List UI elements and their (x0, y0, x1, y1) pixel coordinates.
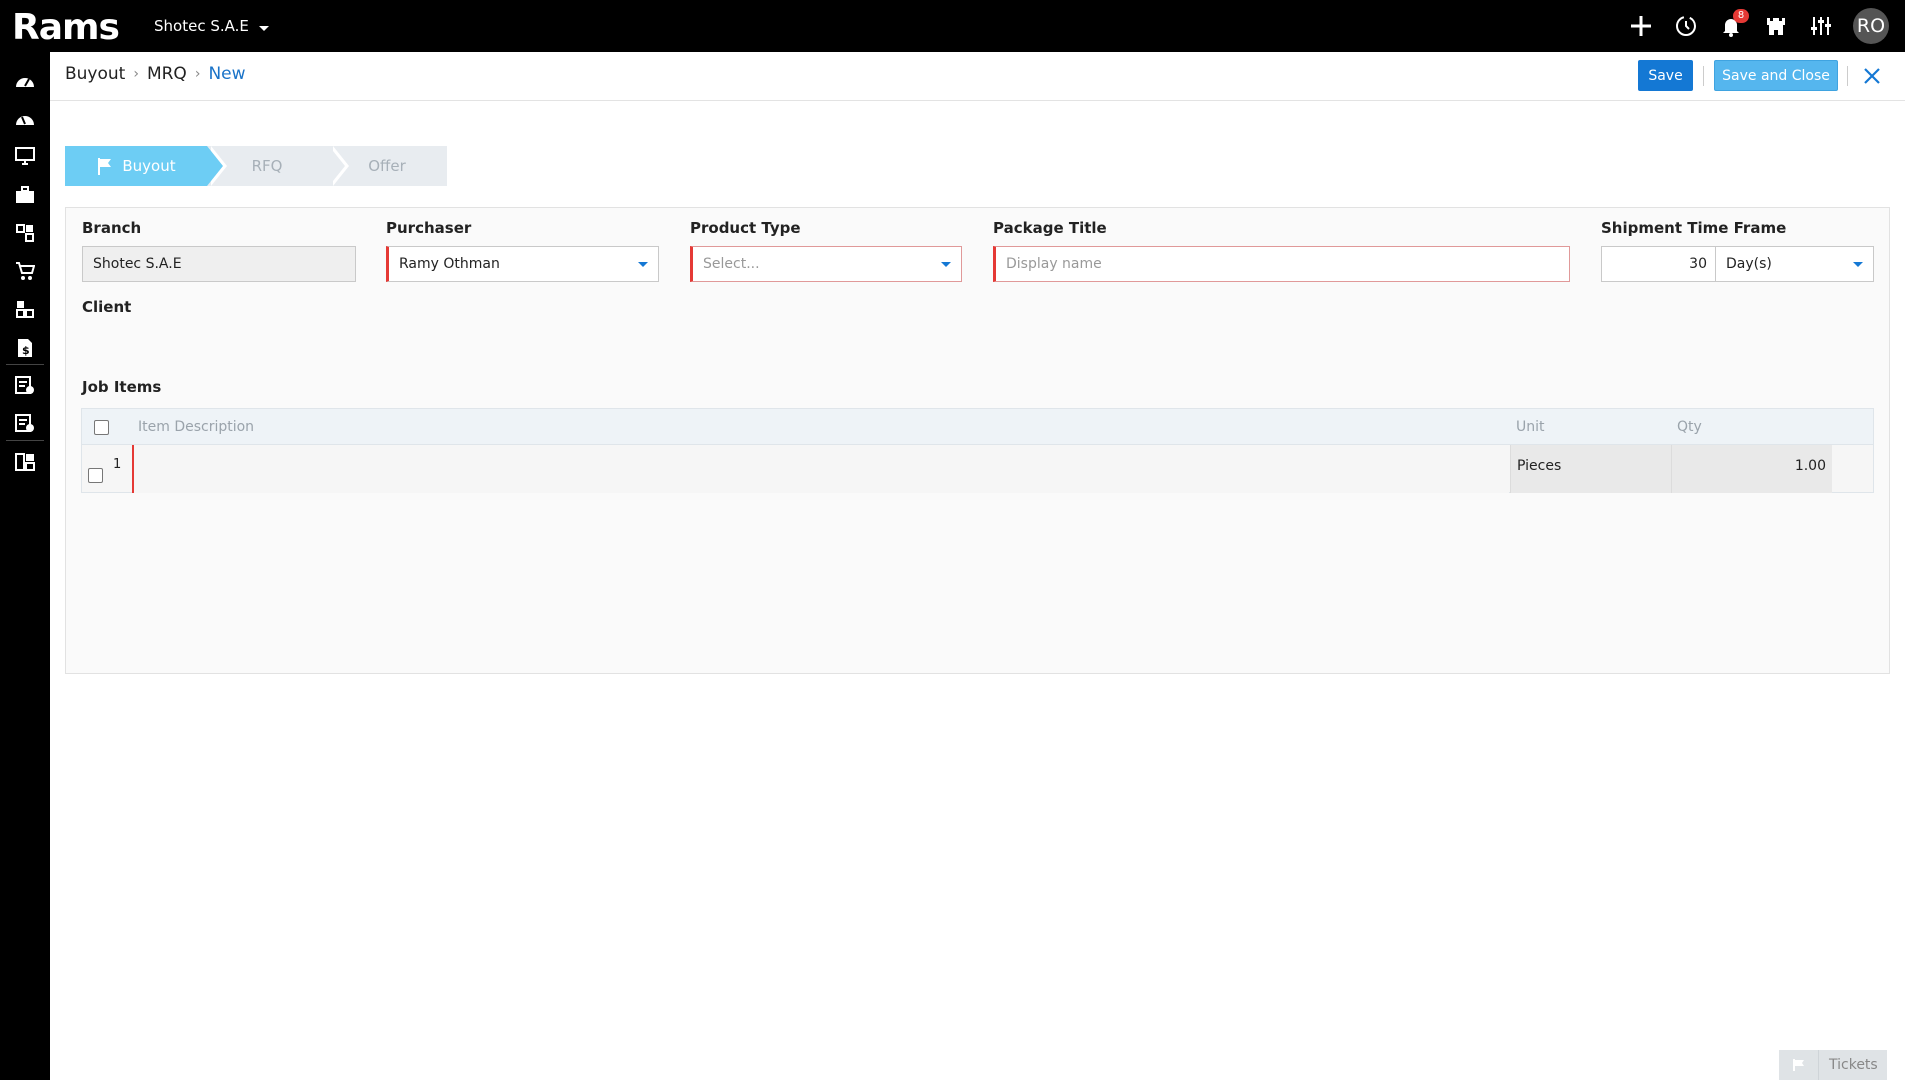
product-type-select[interactable]: Select... (690, 246, 962, 282)
package-title-placeholder: Display name (1006, 256, 1102, 272)
company-name: Shotec S.A.E (154, 17, 249, 35)
sliders-icon[interactable] (1807, 12, 1835, 40)
svg-text:$: $ (22, 344, 30, 357)
table-header: Item Description Unit Qty (81, 408, 1874, 445)
monitor-icon[interactable] (12, 144, 38, 168)
modules-icon[interactable] (12, 221, 38, 245)
save-button[interactable]: Save (1638, 60, 1693, 91)
branch-field: Shotec S.A.E (82, 246, 356, 282)
column-header-unit: Unit (1516, 419, 1545, 435)
shipment-unit-value: Day(s) (1726, 256, 1772, 272)
rams-logo[interactable]: Rams (10, 6, 130, 46)
row-index: 1 (113, 457, 122, 472)
purchaser-select[interactable]: Ramy Othman (386, 246, 659, 282)
column-header-description: Item Description (138, 419, 255, 435)
item-description-input[interactable] (132, 445, 1509, 493)
company-selector[interactable]: Shotec S.A.E (154, 17, 269, 35)
chevron-right-icon: › (194, 66, 201, 82)
shipment-time-input[interactable]: 30 (1601, 246, 1716, 282)
unit-cell[interactable]: Pieces (1510, 445, 1671, 493)
breadcrumb-buyout[interactable]: Buyout (65, 64, 125, 84)
shipment-time-frame-label: Shipment Time Frame (1601, 219, 1787, 237)
purchaser-label: Purchaser (386, 219, 472, 237)
grid-layout-icon[interactable] (12, 450, 38, 474)
chevron-down-icon (941, 262, 951, 267)
package-title-input[interactable]: Display name (993, 246, 1570, 282)
flag-icon (98, 158, 112, 175)
tickets-button[interactable]: Tickets (1779, 1050, 1887, 1080)
tickets-label: Tickets (1829, 1057, 1878, 1073)
divider (1847, 66, 1848, 86)
column-header-qty: Qty (1677, 419, 1702, 435)
breadcrumb: Buyout › MRQ › New (65, 64, 246, 84)
dashboard-icon[interactable] (12, 68, 38, 92)
workflow-stepper: Buyout RFQ Offer (65, 146, 447, 186)
flag-icon (1779, 1050, 1819, 1080)
divider (1703, 66, 1704, 86)
step-buyout[interactable]: Buyout (65, 146, 227, 186)
modules-alt-icon[interactable] (12, 297, 38, 321)
sidebar: $ (0, 52, 50, 1080)
client-label: Client (82, 298, 132, 316)
approved-list-icon[interactable] (12, 373, 38, 397)
product-type-placeholder: Select... (703, 256, 760, 272)
save-and-close-button[interactable]: Save and Close (1714, 60, 1838, 91)
select-all-checkbox[interactable] (94, 420, 109, 435)
qty-value: 1.00 (1794, 458, 1826, 474)
branch-label: Branch (82, 219, 142, 237)
invoice-dollar-icon[interactable]: $ (12, 336, 38, 360)
chevron-down-icon (638, 262, 648, 267)
package-title-label: Package Title (993, 219, 1107, 237)
bell-icon[interactable]: 8 (1717, 9, 1749, 40)
table-row: 1 Pieces 1.00 (81, 445, 1874, 493)
step-label: Buyout (122, 157, 176, 175)
breadcrumb-current: New (208, 64, 246, 84)
castle-icon[interactable] (1762, 12, 1790, 40)
product-type-label: Product Type (690, 219, 801, 237)
dashboard-alt-icon[interactable] (12, 106, 38, 130)
sidebar-divider (6, 364, 44, 365)
sidebar-divider (6, 440, 44, 441)
top-bar: Rams Shotec S.A.E 8 RO (0, 0, 1905, 52)
svg-text:Rams: Rams (12, 7, 119, 46)
settings-list-icon[interactable] (12, 411, 38, 435)
close-icon[interactable] (1860, 64, 1884, 88)
breadcrumb-mrq[interactable]: MRQ (147, 64, 187, 84)
shipment-time-value: 30 (1689, 256, 1707, 272)
chevron-down-icon (1853, 262, 1863, 267)
step-label: RFQ (251, 157, 283, 175)
row-checkbox[interactable] (88, 468, 103, 483)
user-avatar[interactable]: RO (1853, 8, 1889, 44)
qty-input[interactable]: 1.00 (1671, 445, 1832, 493)
job-items-title: Job Items (82, 378, 162, 396)
add-icon[interactable] (1627, 12, 1655, 40)
unit-value: Pieces (1517, 458, 1562, 474)
notification-badge: 8 (1733, 9, 1749, 23)
page-header: Buyout › MRQ › New Save Save and Close (50, 52, 1905, 101)
branch-value: Shotec S.A.E (93, 256, 182, 272)
step-label: Offer (368, 157, 406, 175)
history-icon[interactable] (1672, 12, 1700, 40)
shipment-unit-select[interactable]: Day(s) (1715, 246, 1874, 282)
briefcase-icon[interactable] (12, 183, 38, 207)
chevron-down-icon (258, 25, 269, 31)
cart-icon[interactable] (12, 259, 38, 283)
purchaser-value: Ramy Othman (399, 256, 500, 272)
chevron-right-icon: › (133, 66, 139, 82)
